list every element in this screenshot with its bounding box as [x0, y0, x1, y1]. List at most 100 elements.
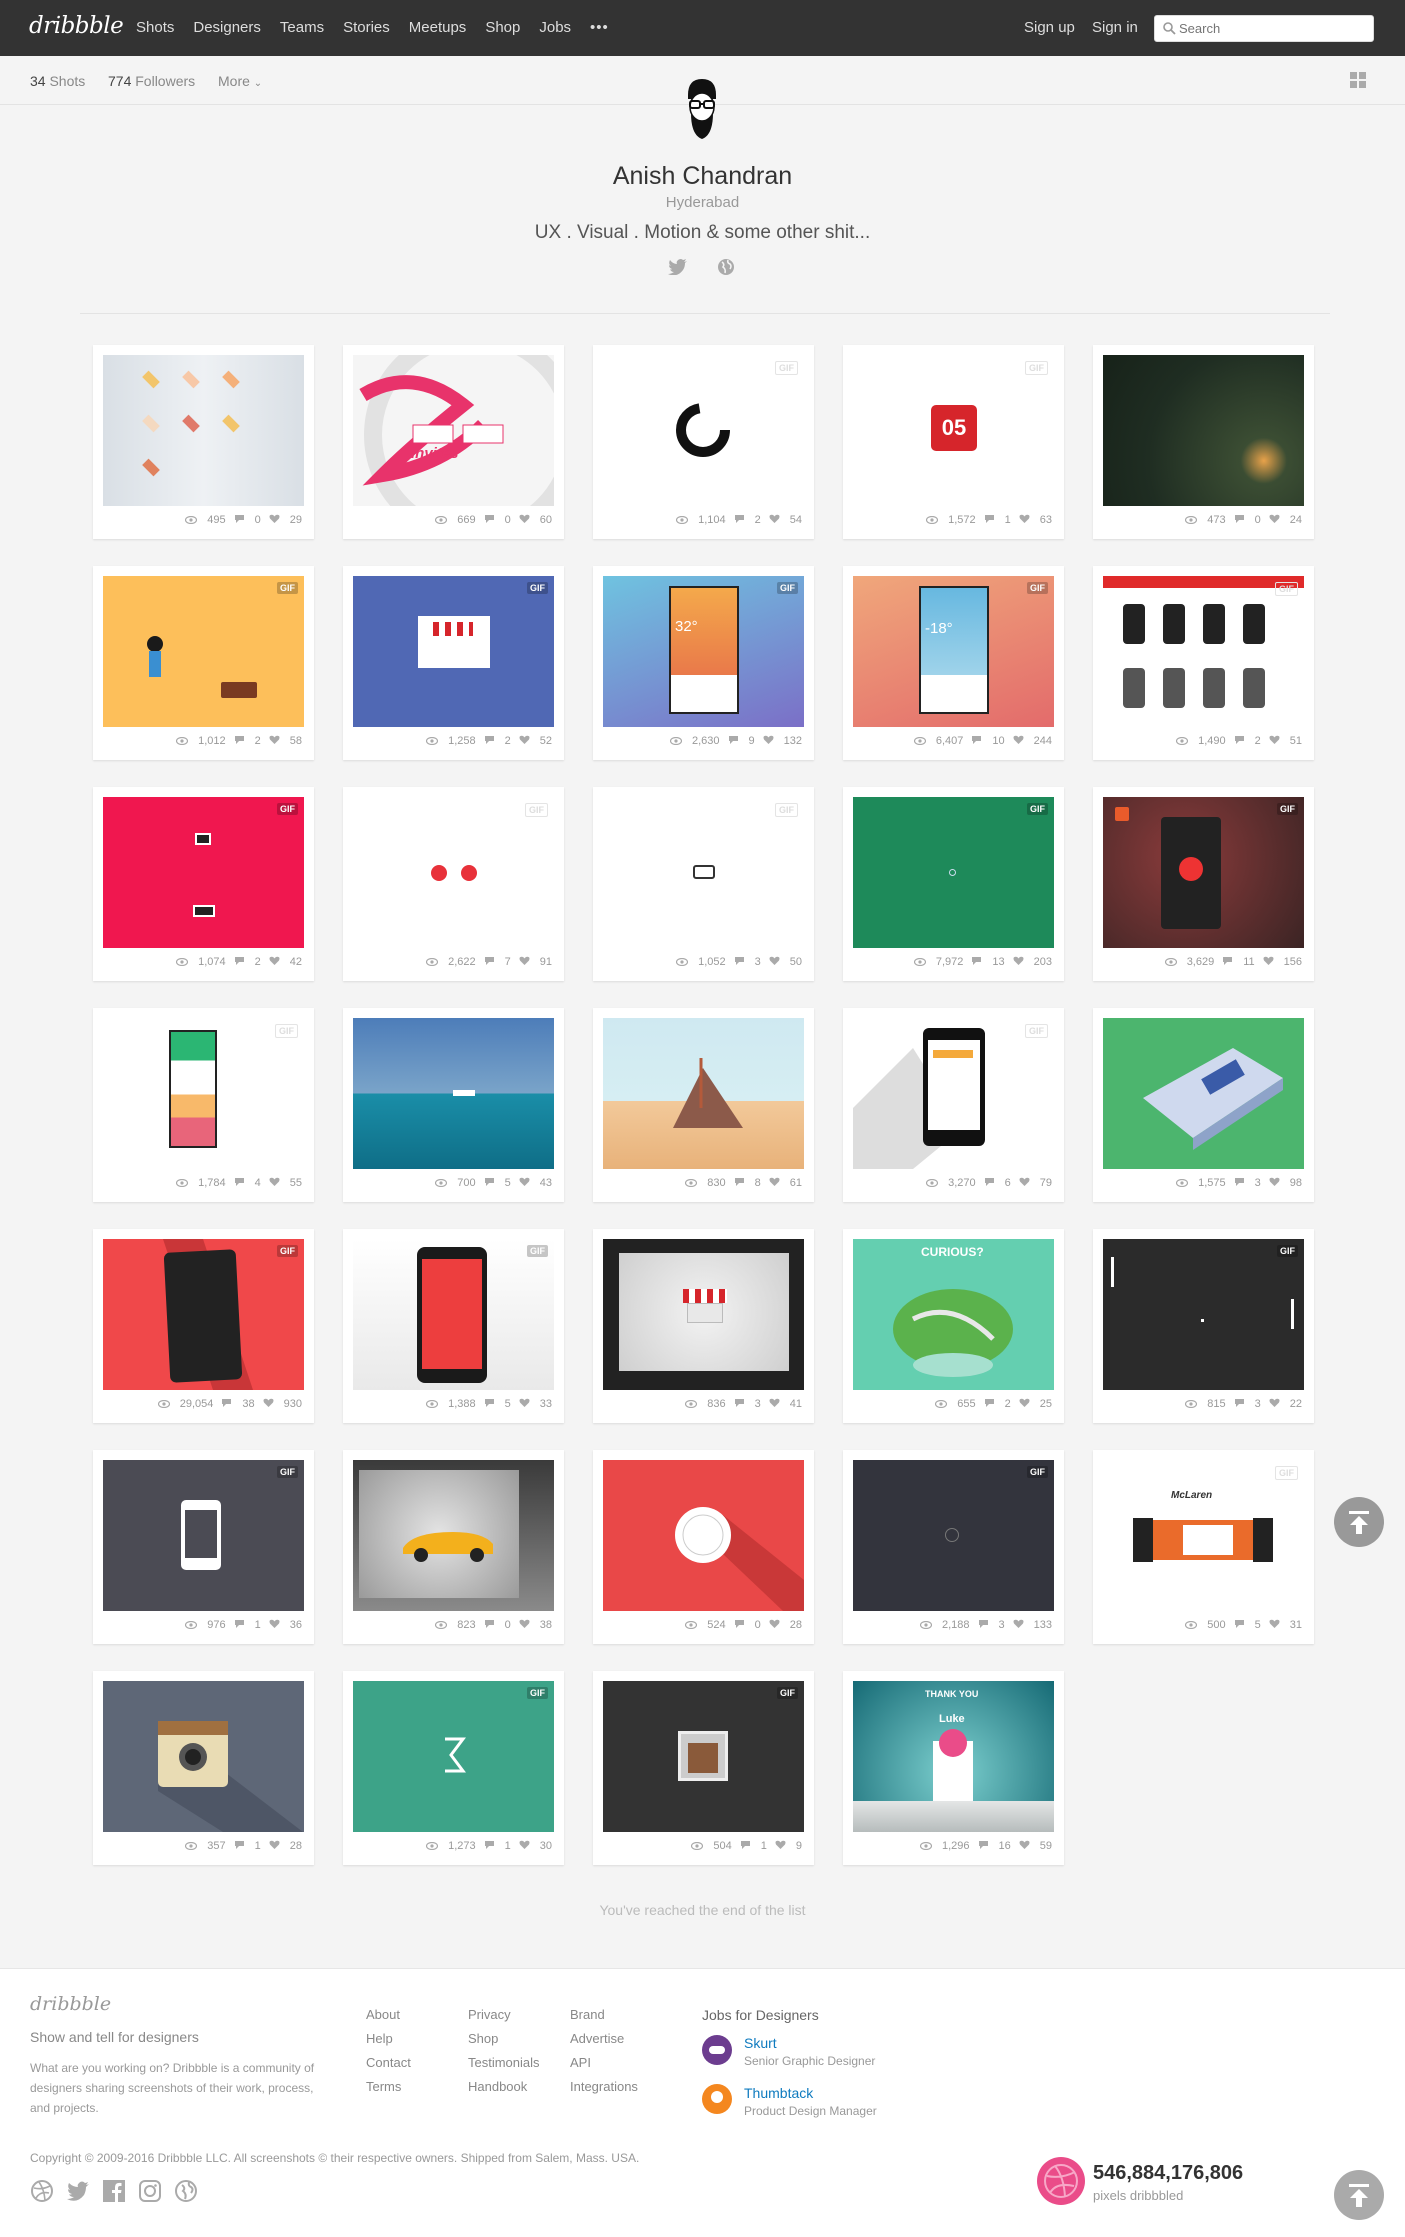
shot-card[interactable]: GIF 29,054 38 930 [93, 1229, 314, 1423]
footer-link-contact[interactable]: Contact [366, 2055, 411, 2070]
shot-thumbnail[interactable]: THANK YOU Luke [853, 1681, 1054, 1832]
shot-thumbnail[interactable] [353, 1460, 554, 1611]
likes-stat[interactable]: 51 [1269, 735, 1302, 747]
likes-stat[interactable]: 63 [1019, 514, 1052, 526]
globe-icon[interactable] [717, 258, 735, 276]
shot-thumbnail[interactable] [103, 1681, 304, 1832]
comments-stat[interactable]: 0 [484, 514, 511, 526]
shot-thumbnail[interactable]: GIF [103, 1460, 304, 1611]
likes-stat[interactable]: 36 [269, 1619, 302, 1631]
dribbble-icon[interactable] [30, 2179, 54, 2203]
likes-stat[interactable]: 22 [1269, 1398, 1302, 1410]
comments-stat[interactable]: 3 [1234, 1398, 1261, 1410]
search-input[interactable] [1179, 19, 1369, 38]
job-company-skurt[interactable]: Skurt [744, 2035, 777, 2051]
shot-card[interactable]: GIF 1,074 2 42 [93, 787, 314, 981]
comments-stat[interactable]: 2 [484, 735, 511, 747]
footer-link-shop[interactable]: Shop [468, 2031, 540, 2046]
sign-up-link[interactable]: Sign up [1024, 19, 1075, 36]
likes-stat[interactable]: 43 [519, 1177, 552, 1189]
comments-stat[interactable]: 16 [978, 1840, 1011, 1852]
shot-thumbnail[interactable]: 05 GIF [853, 355, 1054, 506]
likes-stat[interactable]: 132 [763, 735, 802, 747]
comments-stat[interactable]: 1 [740, 1840, 767, 1852]
likes-stat[interactable]: 54 [769, 514, 802, 526]
nav-link-stories[interactable]: Stories [343, 19, 390, 36]
likes-stat[interactable]: 30 [519, 1840, 552, 1852]
sign-in-link[interactable]: Sign in [1092, 19, 1138, 36]
shot-card[interactable]: 473 0 24 [1093, 345, 1314, 539]
jobs-title[interactable]: Jobs for Designers [702, 2007, 819, 2023]
comments-stat[interactable]: 3 [734, 1398, 761, 1410]
comments-stat[interactable]: 0 [484, 1619, 511, 1631]
comments-stat[interactable]: 9 [728, 735, 755, 747]
likes-stat[interactable]: 98 [1269, 1177, 1302, 1189]
shot-card[interactable]: GIF 1,258 2 52 [343, 566, 564, 760]
likes-stat[interactable]: 156 [1263, 956, 1302, 968]
footer-link-brand[interactable]: Brand [570, 2007, 638, 2022]
footer-link-testimonials[interactable]: Testimonials [468, 2055, 540, 2070]
footer-scroll-to-top-button[interactable] [1334, 2170, 1384, 2220]
comments-stat[interactable]: 2 [734, 514, 761, 526]
likes-stat[interactable]: 133 [1013, 1619, 1052, 1631]
likes-stat[interactable]: 52 [519, 735, 552, 747]
shot-thumbnail[interactable]: GIF [353, 576, 554, 727]
shot-thumbnail[interactable] [353, 1018, 554, 1169]
shot-card[interactable]: GIF 1,052 3 50 [593, 787, 814, 981]
shot-thumbnail[interactable]: GIF [853, 797, 1054, 948]
footer-link-about[interactable]: About [366, 2007, 411, 2022]
likes-stat[interactable]: 91 [519, 956, 552, 968]
shot-thumbnail[interactable]: GIF [353, 797, 554, 948]
likes-stat[interactable]: 41 [769, 1398, 802, 1410]
shot-card[interactable]: 524 0 28 [593, 1450, 814, 1644]
shot-card[interactable]: GIF 3,629 11 156 [1093, 787, 1314, 981]
shot-thumbnail[interactable]: GIF [853, 1018, 1054, 1169]
shot-card[interactable]: GIF 1,104 2 54 [593, 345, 814, 539]
shot-thumbnail[interactable]: GIF [103, 797, 304, 948]
comments-stat[interactable]: 1 [984, 514, 1011, 526]
shot-thumbnail[interactable] [1103, 1018, 1304, 1169]
shot-thumbnail[interactable]: GIF [853, 1460, 1054, 1611]
shot-card[interactable]: GIF 3,270 6 79 [843, 1008, 1064, 1202]
comments-stat[interactable]: 3 [978, 1619, 1005, 1631]
footer-link-handbook[interactable]: Handbook [468, 2079, 540, 2094]
shot-card[interactable]: 836 3 41 [593, 1229, 814, 1423]
shot-thumbnail[interactable]: GIF [603, 797, 804, 948]
shot-thumbnail[interactable]: CURIOUS? [853, 1239, 1054, 1390]
shot-card[interactable]: GIF 976 1 36 [93, 1450, 314, 1644]
shot-thumbnail[interactable] [103, 355, 304, 506]
likes-stat[interactable]: 50 [769, 956, 802, 968]
shot-card[interactable]: GIF 1,388 5 33 [343, 1229, 564, 1423]
likes-stat[interactable]: 28 [269, 1840, 302, 1852]
job-company-thumbtack[interactable]: Thumbtack [744, 2085, 813, 2101]
shot-thumbnail[interactable]: 32° GIF [603, 576, 804, 727]
likes-stat[interactable]: 244 [1013, 735, 1052, 747]
shots-count-tab[interactable]: 34 Shots [30, 73, 85, 89]
nav-link-meetups[interactable]: Meetups [409, 19, 467, 36]
globe-icon[interactable] [174, 2179, 198, 2203]
shot-card[interactable]: 05 GIF 1,572 1 63 [843, 345, 1064, 539]
footer-link-integrations[interactable]: Integrations [570, 2079, 638, 2094]
likes-stat[interactable]: 42 [269, 956, 302, 968]
shot-card[interactable]: -18° GIF 6,407 10 244 [843, 566, 1064, 760]
shot-card[interactable]: GIF 7,972 13 203 [843, 787, 1064, 981]
nav-link-teams[interactable]: Teams [280, 19, 324, 36]
nav-more-dots[interactable]: ••• [590, 19, 609, 36]
likes-stat[interactable]: 38 [519, 1619, 552, 1631]
shot-card[interactable]: 1,575 3 98 [1093, 1008, 1314, 1202]
likes-stat[interactable]: 55 [269, 1177, 302, 1189]
shot-card[interactable]: GIF 815 3 22 [1093, 1229, 1314, 1423]
shot-card[interactable]: GIF 2,622 7 91 [343, 787, 564, 981]
shot-thumbnail[interactable]: GIF [1103, 1239, 1304, 1390]
twitter-icon[interactable] [668, 259, 688, 275]
shot-card[interactable]: 32° GIF 2,630 9 132 [593, 566, 814, 760]
shot-card[interactable]: McLaren GIF 500 5 31 [1093, 1450, 1314, 1644]
comments-stat[interactable]: 5 [484, 1177, 511, 1189]
twitter-icon[interactable] [66, 2179, 90, 2203]
comments-stat[interactable]: 2 [234, 956, 261, 968]
likes-stat[interactable]: 79 [1019, 1177, 1052, 1189]
likes-stat[interactable]: 60 [519, 514, 552, 526]
likes-stat[interactable]: 29 [269, 514, 302, 526]
shot-thumbnail[interactable] [603, 1239, 804, 1390]
comments-stat[interactable]: 2 [984, 1398, 1011, 1410]
